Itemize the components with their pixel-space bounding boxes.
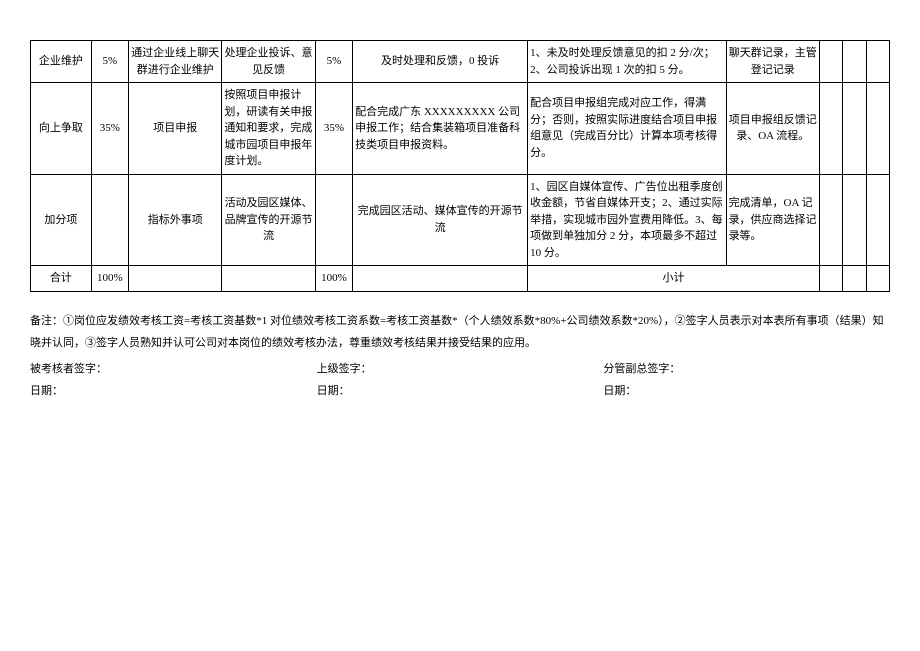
- cell: 35%: [91, 83, 128, 175]
- cell: 完成清单，OA 记录，供应商选择记录等。: [726, 174, 819, 266]
- cell: [866, 174, 889, 266]
- cell: 合计: [31, 266, 92, 292]
- cell: 通过企业线上聊天群进行企业维护: [129, 41, 222, 83]
- date-label: 日期：: [30, 382, 317, 398]
- cell: 1、未及时处理反馈意见的扣 2 分/次；2、公司投诉出现 1 次的扣 5 分。: [528, 41, 726, 83]
- cell: [819, 174, 842, 266]
- cell: 指标外事项: [129, 174, 222, 266]
- date-label: 日期：: [603, 382, 890, 398]
- date-row: 日期： 日期： 日期：: [30, 382, 890, 398]
- cell: 配合项目申报组完成对应工作，得满分；否则，按照实际进度结合项目申报组意见（完成百…: [528, 83, 726, 175]
- table-row: 企业维护 5% 通过企业线上聊天群进行企业维护 处理企业投诉、意见反馈 5% 及…: [31, 41, 890, 83]
- cell: 35%: [315, 83, 352, 175]
- cell: 活动及园区媒体、品牌宣传的开源节流: [222, 174, 315, 266]
- cell: 处理企业投诉、意见反馈: [222, 41, 315, 83]
- cell: [353, 266, 528, 292]
- table-row: 向上争取 35% 项目申报 按照项目申报计划，研读有关申报通知和要求，完成城市园…: [31, 83, 890, 175]
- cell: [866, 83, 889, 175]
- cell: [315, 174, 352, 266]
- cell: 向上争取: [31, 83, 92, 175]
- cell: 聊天群记录，主管登记记录: [726, 41, 819, 83]
- cell: [819, 41, 842, 83]
- cell: 项目申报: [129, 83, 222, 175]
- cell: [843, 83, 866, 175]
- cell: [222, 266, 315, 292]
- cell: 按照项目申报计划，研读有关申报通知和要求，完成城市园项目申报年度计划。: [222, 83, 315, 175]
- signature-row: 被考核者签字： 上级签字： 分管副总签字：: [30, 360, 890, 376]
- table-row: 加分项 指标外事项 活动及园区媒体、品牌宣传的开源节流 完成园区活动、媒体宣传的…: [31, 174, 890, 266]
- cell: 1、园区自媒体宣传、广告位出租季度创收金额，节省自媒体开支；2、通过实际举措，实…: [528, 174, 726, 266]
- cell: 小计: [528, 266, 820, 292]
- assessment-table: 企业维护 5% 通过企业线上聊天群进行企业维护 处理企业投诉、意见反馈 5% 及…: [30, 40, 890, 292]
- cell: 100%: [315, 266, 352, 292]
- cell: [843, 174, 866, 266]
- assessee-sign-label: 被考核者签字：: [30, 360, 317, 376]
- superior-sign-label: 上级签字：: [317, 360, 604, 376]
- notes-text: 备注：①岗位应发绩效考核工资=考核工资基数*1 对位绩效考核工资系数=考核工资基…: [30, 310, 890, 354]
- cell: 完成园区活动、媒体宣传的开源节流: [353, 174, 528, 266]
- table-row: 合计 100% 100% 小计: [31, 266, 890, 292]
- cell: [819, 266, 842, 292]
- cell: [819, 83, 842, 175]
- cell: [866, 41, 889, 83]
- cell: 5%: [315, 41, 352, 83]
- cell: [843, 41, 866, 83]
- deputy-sign-label: 分管副总签字：: [603, 360, 890, 376]
- cell: 项目申报组反馈记录、OA 流程。: [726, 83, 819, 175]
- cell: [129, 266, 222, 292]
- cell: 加分项: [31, 174, 92, 266]
- cell: 企业维护: [31, 41, 92, 83]
- cell: 5%: [91, 41, 128, 83]
- cell: [91, 174, 128, 266]
- date-label: 日期：: [317, 382, 604, 398]
- cell: 配合完成广东 XXXXXXXXX 公司申报工作；结合集装箱项目准备科技类项目申报…: [353, 83, 528, 175]
- cell: 及时处理和反馈，0 投诉: [353, 41, 528, 83]
- cell: [866, 266, 889, 292]
- cell: 100%: [91, 266, 128, 292]
- cell: [843, 266, 866, 292]
